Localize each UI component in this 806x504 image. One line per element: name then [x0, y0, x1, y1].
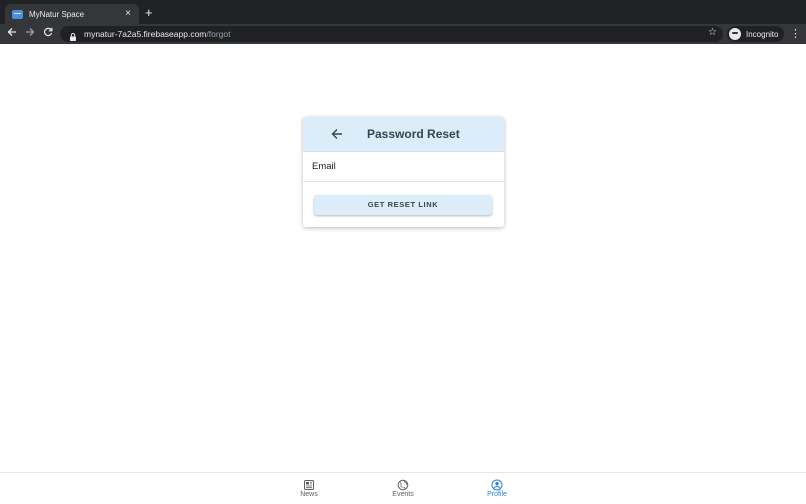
- forward-arrow-icon[interactable]: [23, 27, 37, 41]
- card-header: Password Reset: [303, 117, 504, 152]
- nav-label-events: Events: [392, 491, 414, 498]
- new-tab-icon[interactable]: +: [145, 6, 153, 20]
- tab-close-icon[interactable]: ×: [121, 9, 135, 19]
- nav-item-profile[interactable]: Profile: [472, 478, 522, 498]
- nav-label-news: News: [300, 491, 318, 498]
- email-row: [303, 152, 504, 182]
- url-path: /forgot: [206, 29, 231, 39]
- reload-icon[interactable]: [41, 27, 55, 41]
- nav-label-profile: Profile: [487, 491, 507, 498]
- tab-title: MyNatur Space: [29, 9, 85, 19]
- lock-icon: [68, 29, 78, 41]
- bookmark-star-icon[interactable]: ☆: [708, 27, 717, 38]
- button-row: GET RESET LINK: [303, 182, 504, 215]
- back-arrow-icon[interactable]: [327, 124, 347, 144]
- email-field[interactable]: [312, 161, 492, 172]
- nav-item-events[interactable]: Events: [378, 478, 428, 498]
- page-title: Password Reset: [367, 127, 460, 141]
- password-reset-card: Password Reset GET RESET LINK: [303, 117, 504, 227]
- back-arrow-icon[interactable]: [5, 27, 19, 41]
- site-favicon-icon: [12, 9, 23, 19]
- incognito-icon: [729, 28, 741, 40]
- browser-tab-bar: MyNatur Space × +: [0, 0, 806, 24]
- browser-tab[interactable]: MyNatur Space ×: [5, 4, 139, 24]
- profile-icon: [491, 478, 503, 491]
- globe-icon: [397, 478, 409, 491]
- url-host: mynatur-7a2a5.firebaseapp.com: [84, 29, 207, 39]
- bottom-navigation: News Events Profile: [0, 472, 806, 504]
- incognito-profile-button[interactable]: Incognito: [727, 26, 785, 42]
- browser-toolbar: mynatur-7a2a5.firebaseapp.com/forgot ☆ I…: [0, 24, 806, 44]
- address-bar[interactable]: mynatur-7a2a5.firebaseapp.com/forgot ☆: [60, 26, 723, 42]
- incognito-label: Incognito: [746, 29, 779, 39]
- get-reset-link-button[interactable]: GET RESET LINK: [314, 194, 492, 215]
- newspaper-icon: [303, 478, 315, 490]
- nav-item-news[interactable]: News: [284, 478, 334, 498]
- menu-dots-icon[interactable]: ⋮: [790, 27, 801, 41]
